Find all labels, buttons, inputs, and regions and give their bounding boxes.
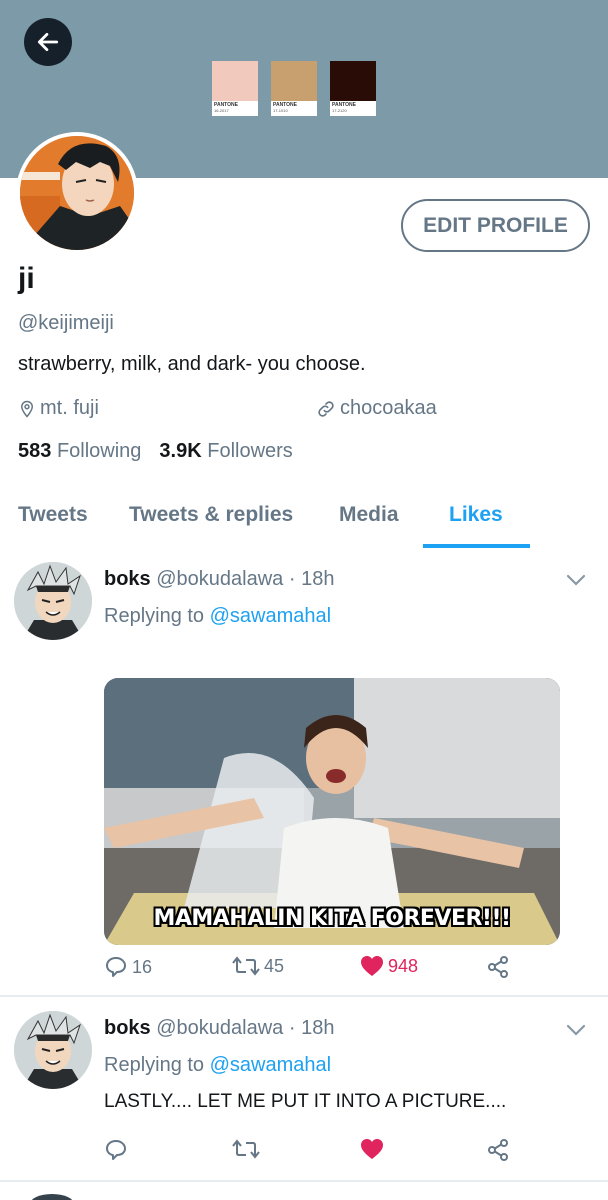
tweet-text: LASTLY.... LET ME PUT IT INTO A PICTURE.…: [104, 1091, 507, 1112]
link-icon: [318, 400, 334, 417]
chevron-down-icon[interactable]: [565, 572, 587, 588]
retweet-icon: [232, 1139, 260, 1159]
tab-media[interactable]: Media: [339, 503, 399, 527]
tweet-author-handle[interactable]: @bokudalawa: [156, 568, 283, 590]
profile-bio: strawberry, milk, and dark- you choose.: [18, 353, 366, 375]
avatar-illustration: [14, 562, 92, 640]
tweet-media-image[interactable]: MAMAHALIN KITA FOREVER!!!: [104, 678, 560, 945]
meme-caption: MAMAHALIN KITA FOREVER!!!: [153, 906, 511, 931]
tweet-author-name[interactable]: boks: [104, 1017, 151, 1039]
replying-to-handle[interactable]: @sawamahal: [210, 1054, 331, 1076]
tweet-author-handle[interactable]: @bokudalawa: [156, 1017, 283, 1039]
tweet-actions: [104, 1138, 524, 1168]
tab-likes[interactable]: Likes: [449, 503, 503, 527]
tweet-author-name[interactable]: boks: [104, 568, 151, 590]
profile-website[interactable]: chocoakaa: [316, 397, 437, 420]
edit-profile-button[interactable]: EDIT PROFILE: [401, 199, 590, 252]
profile-handle: @keijimeiji: [18, 312, 114, 334]
tweet-time: · 18h: [288, 568, 335, 590]
location-text: mt. fuji: [40, 397, 99, 419]
reply-icon: [106, 957, 126, 977]
pantone-swatch: PANTONE 17-1010: [271, 61, 317, 116]
profile-name: ji: [18, 262, 35, 295]
share-icon: [488, 956, 508, 978]
pantone-swatches: PANTONE 16-2017 PANTONE 17-1010 PANTONE …: [212, 61, 376, 116]
tab-tweets-replies[interactable]: Tweets & replies: [129, 503, 293, 527]
pantone-swatch: PANTONE 17-2120: [330, 61, 376, 116]
replying-to: Replying to @sawamahal: [104, 1054, 332, 1076]
profile-tabs: Tweets Tweets & replies Media Likes: [0, 500, 608, 550]
tweet-actions: 16 45 948: [104, 955, 524, 985]
replying-to-handle[interactable]: @sawamahal: [210, 605, 331, 627]
following-stat[interactable]: 583 Following: [18, 440, 141, 463]
website-text: chocoakaa: [340, 397, 437, 419]
reply-action[interactable]: [104, 1138, 128, 1162]
followers-stat[interactable]: 3.9K Followers: [159, 440, 292, 463]
tweet-header: boks @bokudalawa · 18h: [104, 1017, 334, 1040]
retweet-count: 45: [264, 955, 285, 976]
reply-action[interactable]: 16: [104, 955, 152, 979]
tweet-avatar[interactable]: [14, 1011, 92, 1089]
pantone-swatch: PANTONE 16-2017: [212, 61, 258, 116]
retweet-action[interactable]: [232, 1138, 260, 1160]
profile-avatar[interactable]: [16, 132, 138, 254]
share-action[interactable]: [486, 1138, 510, 1162]
profile-stats: 583 Following 3.9K Followers: [18, 440, 293, 463]
tab-tweets[interactable]: Tweets: [18, 503, 88, 527]
avatar-illustration: [14, 1011, 92, 1089]
share-action[interactable]: [486, 955, 510, 979]
profile-location: mt. fuji: [18, 397, 99, 420]
like-count: 948: [388, 955, 419, 976]
retweet-action[interactable]: 45: [232, 955, 284, 977]
heart-filled-icon: [361, 956, 383, 976]
avatar-illustration: [20, 136, 134, 250]
tweet-time: · 18h: [288, 1017, 335, 1039]
like-action[interactable]: [360, 1138, 384, 1160]
meme-photo: [104, 678, 560, 945]
tweet-divider: [0, 995, 608, 997]
retweet-icon: [232, 956, 260, 976]
share-icon: [488, 1139, 508, 1161]
back-button[interactable]: [24, 18, 72, 66]
tweet-avatar[interactable]: [14, 562, 92, 640]
like-action[interactable]: 948: [360, 955, 418, 977]
reply-icon: [106, 1140, 126, 1160]
reply-count: 16: [132, 956, 153, 977]
next-tweet-avatar[interactable]: [30, 1194, 74, 1200]
tweet-divider: [0, 1180, 608, 1182]
tweet-header: boks @bokudalawa · 18h: [104, 568, 334, 591]
chevron-down-icon[interactable]: [565, 1022, 587, 1038]
arrow-left-icon: [37, 33, 59, 51]
location-pin-icon: [20, 400, 34, 418]
replying-to: Replying to @sawamahal: [104, 605, 332, 627]
heart-filled-icon: [361, 1139, 383, 1159]
active-tab-indicator: [423, 544, 530, 548]
